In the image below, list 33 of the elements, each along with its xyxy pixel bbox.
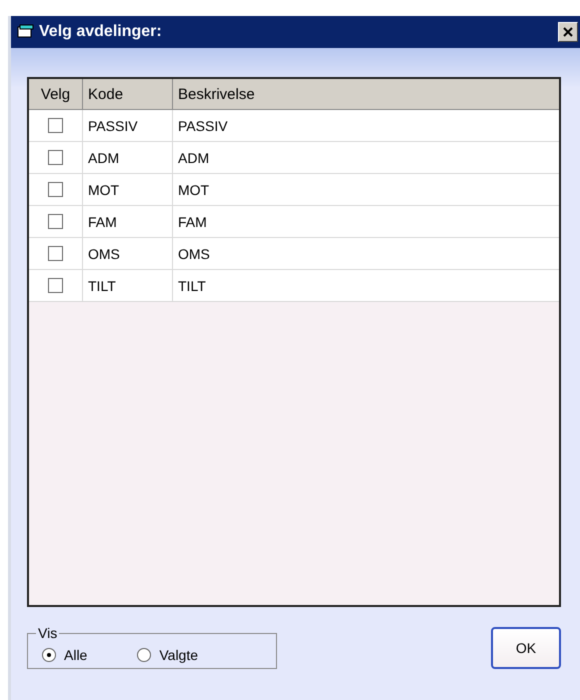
- radio-option[interactable]: Alle: [42, 646, 88, 662]
- table-cell-text: FAM: [177, 212, 208, 232]
- radio-label: Valgte: [159, 646, 198, 662]
- column-header[interactable]: Velg: [29, 79, 83, 109]
- table-cell-text: PASSIV: [177, 116, 229, 136]
- checkbox[interactable]: [48, 246, 63, 261]
- close-button[interactable]: [558, 22, 578, 42]
- radio-option[interactable]: Valgte: [137, 646, 198, 662]
- table-cell-text: MOT: [177, 180, 210, 200]
- radio-button[interactable]: [42, 648, 56, 662]
- table-cell: FAM: [83, 206, 173, 237]
- window-icon: [17, 24, 35, 40]
- ok-button[interactable]: OK: [491, 627, 561, 669]
- window-title: Velg avdelinger:: [39, 23, 163, 41]
- table-cell: TILT: [83, 270, 173, 301]
- checkbox[interactable]: [48, 182, 63, 197]
- group-label: Vis: [37, 625, 58, 641]
- table-cell-text: ADM: [177, 148, 210, 168]
- column-header[interactable]: Beskrivelse: [173, 79, 559, 109]
- checkbox[interactable]: [48, 118, 63, 133]
- checkbox[interactable]: [48, 278, 63, 293]
- table-cell: OMS: [83, 238, 173, 269]
- table-cell: ADM: [83, 142, 173, 173]
- checkbox[interactable]: [48, 214, 63, 229]
- checkbox[interactable]: [48, 150, 63, 165]
- table-cell-text: OMS: [177, 244, 211, 264]
- column-header[interactable]: Kode: [83, 79, 173, 109]
- radio-button[interactable]: [137, 648, 152, 662]
- table-cell: PASSIV: [83, 110, 173, 141]
- close-icon: [562, 26, 574, 38]
- radio-label: Alle: [64, 646, 88, 662]
- table-cell-text: TILT: [177, 276, 207, 296]
- table-cell: MOT: [83, 174, 173, 205]
